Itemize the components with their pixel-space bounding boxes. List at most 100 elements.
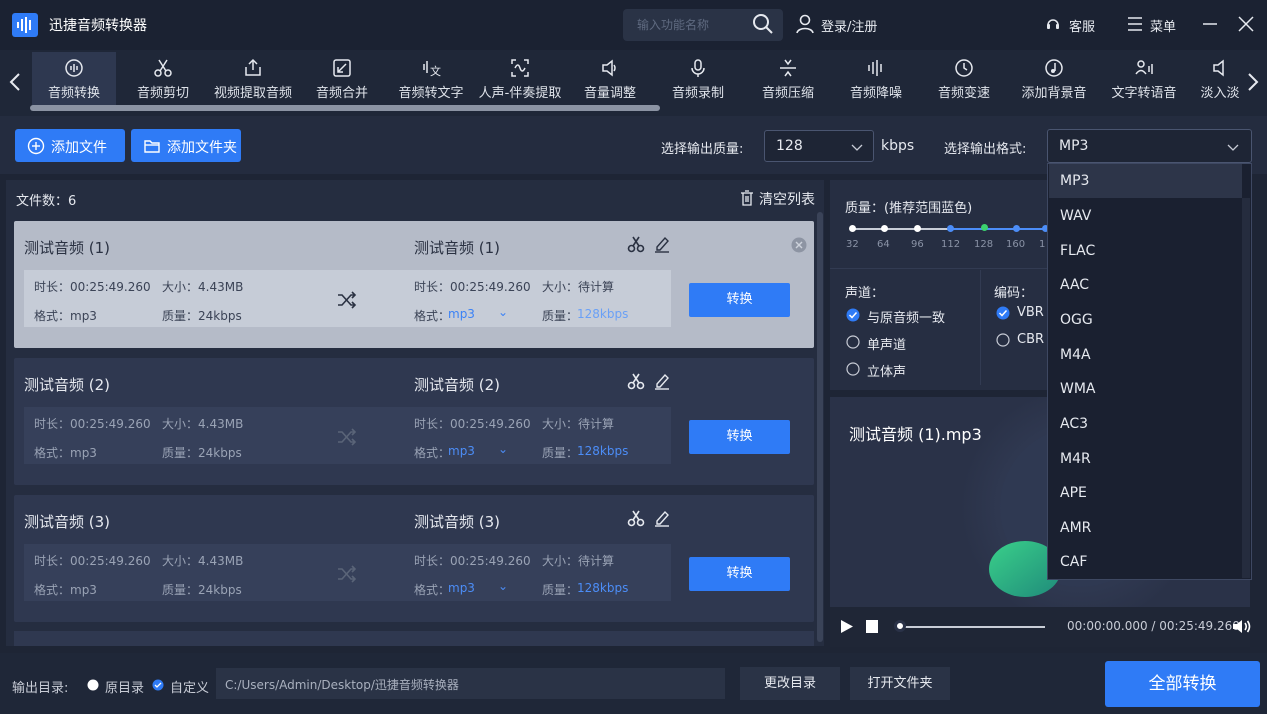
- slider-dot[interactable]: [947, 225, 954, 232]
- format-option-m4r[interactable]: M4R: [1049, 442, 1242, 476]
- menu-icon[interactable]: [1127, 16, 1143, 32]
- svg-text:文: 文: [430, 64, 441, 78]
- tool-volume-adjust[interactable]: 音量调整: [574, 52, 646, 106]
- tool-audio-record[interactable]: 音频录制: [662, 52, 734, 106]
- tool-audio-convert[interactable]: 音频转换: [32, 52, 116, 106]
- play-icon[interactable]: [840, 619, 854, 634]
- tool-audio-denoise[interactable]: 音频降噪: [840, 52, 912, 106]
- output-quality[interactable]: 128kbps: [577, 307, 628, 321]
- tool-video-extract[interactable]: 视频提取音频: [208, 52, 298, 106]
- chevron-down-icon[interactable]: ⌄: [498, 305, 508, 319]
- output-quality[interactable]: 128kbps: [577, 581, 628, 595]
- format-option-ac3[interactable]: AC3: [1049, 407, 1242, 441]
- close-icon[interactable]: [1236, 14, 1256, 34]
- dropdown-scrollbar[interactable]: [1242, 198, 1250, 578]
- output-format-select[interactable]: mp3: [448, 307, 475, 321]
- search-input[interactable]: [637, 16, 747, 34]
- output-format-label: 格式：: [414, 583, 451, 597]
- tool-label: 音频剪切: [136, 86, 189, 101]
- output-format-select[interactable]: mp3: [448, 581, 475, 595]
- minimize-icon[interactable]: [1200, 14, 1220, 34]
- format-option-m4a[interactable]: M4A: [1049, 338, 1242, 372]
- format-option-amr[interactable]: AMR: [1049, 511, 1242, 545]
- slider-dot[interactable]: [849, 225, 856, 232]
- compress-icon: [780, 59, 796, 77]
- output-format-select[interactable]: mp3: [448, 444, 475, 458]
- format-option-ape[interactable]: APE: [1049, 476, 1242, 510]
- format-option-aac[interactable]: AAC: [1049, 268, 1242, 302]
- format-option-wav[interactable]: WAV: [1049, 199, 1242, 233]
- scissors-icon[interactable]: [627, 372, 645, 390]
- format-label: 选择输出格式:: [944, 142, 1027, 157]
- source-duration: 时长：00:25:49.260: [34, 417, 151, 431]
- chevron-down-icon[interactable]: ⌄: [498, 442, 508, 456]
- tool-label: 人声-伴奏提取: [478, 86, 562, 101]
- convert-all-button[interactable]: 全部转换: [1105, 661, 1260, 707]
- tool-audio-speed[interactable]: 音频变速: [928, 52, 1000, 106]
- format-option-flac[interactable]: FLAC: [1049, 234, 1242, 268]
- folder-icon: [144, 140, 160, 153]
- output-path-field[interactable]: C:/Users/Admin/Desktop/迅捷音频转换器: [216, 668, 725, 699]
- login-link[interactable]: 登录/注册: [821, 16, 877, 35]
- chevron-down-icon: [851, 144, 863, 151]
- tool-label: 音频变速: [937, 86, 990, 101]
- file-card[interactable]: 测试音频 (2) 测试音频 (2) 时长：00:25:49.260 大小：4.4…: [14, 358, 814, 485]
- pencil-icon[interactable]: [654, 509, 670, 527]
- source-duration: 时长：00:25:49.260: [34, 280, 151, 294]
- format-option-wma[interactable]: WMA: [1049, 372, 1242, 406]
- remove-icon[interactable]: [791, 237, 807, 253]
- chevron-right-icon[interactable]: [1243, 66, 1263, 98]
- format-select[interactable]: MP3: [1047, 129, 1252, 163]
- headset-icon[interactable]: [1045, 16, 1061, 32]
- encode-option-label: CBR: [1017, 332, 1045, 347]
- format-value: MP3: [1059, 138, 1089, 154]
- stop-icon[interactable]: [866, 620, 878, 633]
- convert-button[interactable]: 转换: [689, 420, 790, 454]
- speaker-icon[interactable]: [1232, 618, 1252, 635]
- format-option-mp3[interactable]: MP3: [1049, 164, 1242, 198]
- scissors-icon[interactable]: [627, 509, 645, 527]
- pencil-icon[interactable]: [654, 235, 670, 253]
- quality-select[interactable]: 128: [764, 130, 874, 162]
- output-quality[interactable]: 128kbps: [577, 444, 628, 458]
- slider-dot[interactable]: [1013, 225, 1020, 232]
- tool-audio-compress[interactable]: 音频压缩: [752, 52, 824, 106]
- menu-link[interactable]: 菜单: [1150, 16, 1176, 35]
- tool-fade[interactable]: 淡入淡: [1200, 52, 1240, 106]
- add-file-button[interactable]: 添加文件: [15, 129, 125, 162]
- chevron-down-icon[interactable]: ⌄: [498, 579, 508, 593]
- tool-audio-cut[interactable]: 音频剪切: [126, 52, 200, 106]
- tool-audio-to-text[interactable]: 文 音频转文字: [394, 52, 468, 106]
- convert-button[interactable]: 转换: [689, 557, 790, 591]
- search-icon[interactable]: [752, 13, 774, 35]
- source-duration: 时长：00:25:49.260: [34, 554, 151, 568]
- file-card[interactable]: 测试音频 (1) 测试音频 (1) 时长：00:25:49.260 大小：4.4…: [14, 221, 814, 348]
- tool-label: 音频压缩: [761, 86, 814, 101]
- add-folder-button[interactable]: 添加文件夹: [131, 129, 241, 162]
- tool-add-background[interactable]: 添加背景音: [1014, 52, 1094, 106]
- playback-progress-track[interactable]: [900, 626, 1045, 628]
- toolbar-scrollbar[interactable]: [30, 105, 660, 111]
- change-dir-button[interactable]: 更改目录: [740, 667, 840, 700]
- slider-dot[interactable]: [881, 225, 888, 232]
- tool-text-to-speech[interactable]: 文字转语音: [1104, 52, 1184, 106]
- file-card-partial[interactable]: [14, 631, 814, 646]
- tool-audio-merge[interactable]: 音频合并: [306, 52, 378, 106]
- tool-vocal-extract[interactable]: 人声-伴奏提取: [474, 52, 566, 106]
- slider-dot-active[interactable]: [981, 224, 988, 231]
- convert-button[interactable]: 转换: [689, 283, 790, 317]
- slider-dot[interactable]: [914, 225, 921, 232]
- playback-progress-knob[interactable]: [894, 620, 906, 632]
- scissors-icon[interactable]: [627, 235, 645, 253]
- source-format: 格式：mp3: [34, 583, 97, 597]
- chevron-left-icon[interactable]: [4, 66, 26, 98]
- user-icon[interactable]: [795, 14, 815, 34]
- format-option-caf[interactable]: CAF: [1049, 545, 1242, 579]
- format-option-ogg[interactable]: OGG: [1049, 303, 1242, 337]
- open-folder-button[interactable]: 打开文件夹: [850, 667, 950, 700]
- radio-unchecked-icon: [87, 679, 99, 691]
- list-scrollbar[interactable]: [817, 212, 823, 642]
- file-card[interactable]: 测试音频 (3) 测试音频 (3) 时长：00:25:49.260 大小：4.4…: [14, 495, 814, 622]
- pencil-icon[interactable]: [654, 372, 670, 390]
- service-link[interactable]: 客服: [1069, 16, 1095, 35]
